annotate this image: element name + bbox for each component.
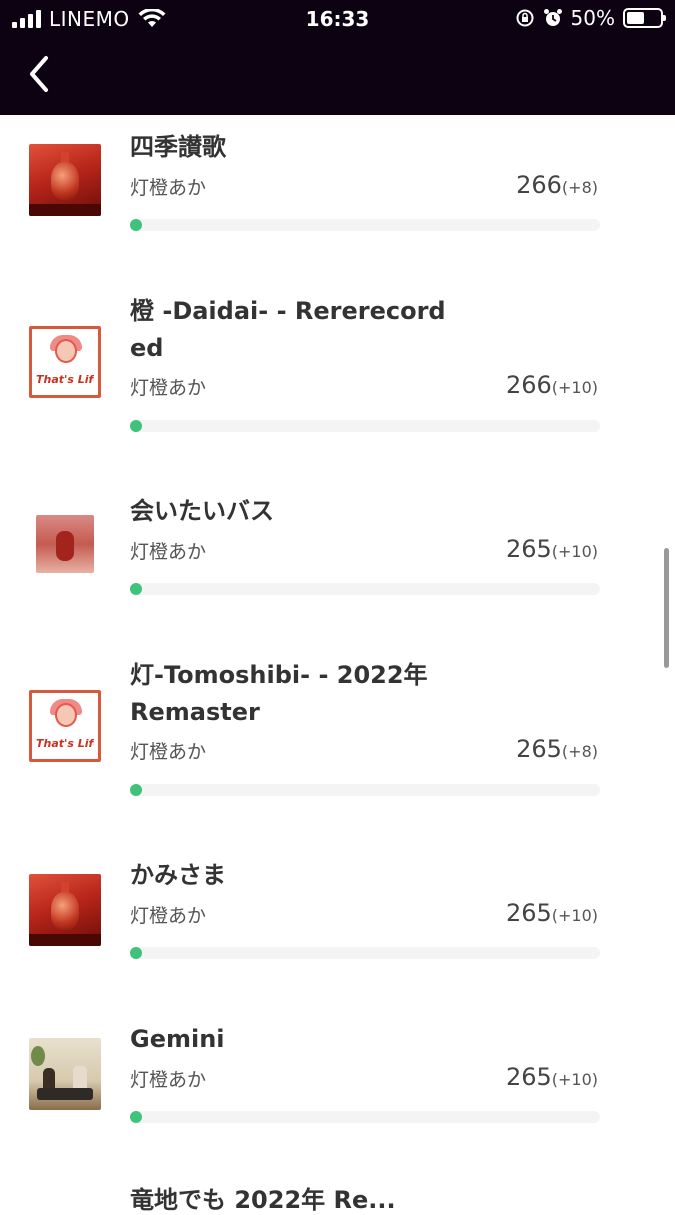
battery-icon — [623, 8, 666, 28]
artist-name: 灯橙あか — [130, 541, 207, 563]
album-art: That's Lifelling — [29, 690, 101, 762]
play-score: 265(+10) — [506, 535, 598, 563]
list-item[interactable]: Gemini 灯橙あか 265(+10) — [0, 1007, 675, 1171]
list-item[interactable]: 会いたいバス 灯橙あか 265(+10) — [0, 479, 675, 643]
play-score: 266(+8) — [516, 171, 598, 199]
score-delta: (+10) — [551, 906, 598, 925]
progress-track — [130, 1111, 600, 1123]
progress-dot — [130, 219, 142, 231]
artist-name: 灯橙あか — [130, 377, 207, 399]
song-title: Gemini — [130, 1025, 225, 1053]
progress-dot — [130, 947, 142, 959]
list-item[interactable]: That's Lifelling 灯-Tomoshibi- - 2022年 Re… — [0, 643, 675, 843]
artist-name: 灯橙あか — [130, 177, 207, 199]
song-title: 四季讃歌 — [130, 133, 226, 161]
album-art — [29, 1038, 101, 1110]
score-value: 265 — [505, 535, 552, 563]
play-score: 265(+10) — [506, 1063, 598, 1091]
list-item[interactable]: かみさま 灯橙あか 265(+10) — [0, 843, 675, 1007]
list-item[interactable]: That's Lifelling 橙 -Daidai- - Rererecord… — [0, 279, 675, 479]
progress-track — [130, 784, 600, 796]
back-chevron-icon[interactable] — [22, 52, 58, 96]
score-value: 265 — [516, 735, 562, 763]
album-art — [29, 874, 101, 946]
score-delta: (+10) — [551, 542, 598, 561]
artist-name: 灯橙あか — [130, 905, 207, 927]
progress-dot — [130, 1111, 142, 1123]
play-score: 265(+8) — [516, 735, 598, 763]
song-title: 橙 -Daidai- - Rererecorded — [130, 297, 446, 362]
status-right: 50% — [515, 6, 666, 30]
artist-name: 灯橙あか — [130, 741, 207, 763]
album-art — [29, 144, 101, 216]
progress-dot — [130, 420, 142, 432]
score-delta: (+8) — [561, 178, 598, 197]
artist-name: 灯橙あか — [130, 1069, 207, 1091]
album-art — [36, 515, 94, 573]
score-delta: (+10) — [551, 378, 598, 397]
progress-dot — [130, 784, 142, 796]
status-bar: LINEMO 16:33 50% — [0, 0, 675, 40]
progress-track — [130, 420, 600, 432]
score-value: 265 — [505, 899, 552, 927]
score-value: 266 — [516, 171, 562, 199]
score-value: 265 — [505, 1063, 552, 1091]
battery-percent: 50% — [570, 6, 615, 30]
progress-dot — [130, 583, 142, 595]
play-score: 265(+10) — [506, 899, 598, 927]
scrollbar[interactable] — [664, 548, 669, 668]
list-item[interactable]: 四季讃歌 灯橙あか 266(+8) — [0, 115, 675, 279]
song-title: 灯-Tomoshibi- - 2022年 Remaster — [130, 661, 428, 726]
album-art-logo: That's Lifelling — [36, 373, 94, 386]
score-delta: (+8) — [561, 742, 598, 761]
score-value: 266 — [505, 371, 552, 399]
alarm-icon — [543, 9, 562, 26]
progress-track — [130, 219, 600, 231]
partial-song-title[interactable]: 竜地でも 2022年 Re... — [130, 1180, 396, 1215]
album-art: That's Lifelling — [29, 326, 101, 398]
song-title: 会いたいバス — [130, 497, 274, 525]
score-delta: (+10) — [551, 1070, 598, 1089]
album-art-logo: That's Lifelling — [36, 737, 94, 750]
rotation-lock-icon — [516, 9, 534, 27]
song-title: かみさま — [130, 861, 226, 889]
progress-track — [130, 583, 600, 595]
play-score: 266(+10) — [506, 371, 598, 399]
app-header: LINEMO 16:33 50% — [0, 0, 675, 115]
progress-track — [130, 947, 600, 959]
